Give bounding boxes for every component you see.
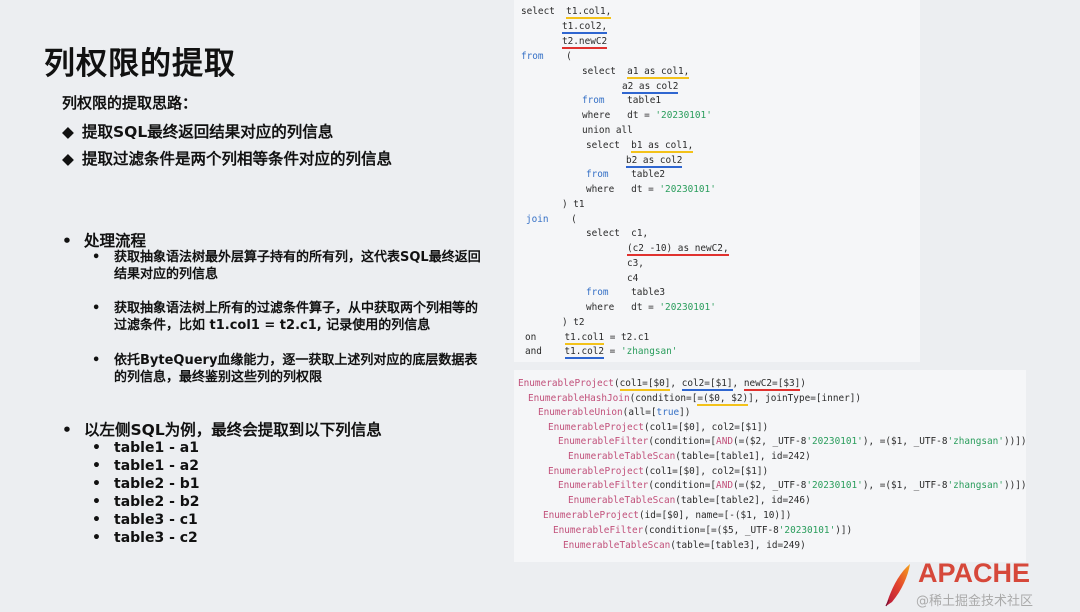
code-line: ) t1 xyxy=(562,199,585,210)
execution-plan-block: EnumerableProject(col1=[$0], col2=[$1], … xyxy=(514,370,1027,562)
apache-logo-text: APACHE xyxy=(918,558,1031,588)
relation-item: • table2 - b2 xyxy=(92,494,200,510)
plan-line: EnumerableFilter(condition=[AND(=($2, _U… xyxy=(558,480,1027,491)
code-line: from table3 xyxy=(586,287,666,298)
relation-item: • table1 - a1 xyxy=(92,440,199,456)
plan-line: EnumerableProject(id=[$0], name=[-($1, 1… xyxy=(543,510,792,521)
code-line: t1.col2, xyxy=(562,21,608,34)
code-line: ) t2 xyxy=(562,317,585,328)
plan-line: EnumerableTableScan(table=[table2], id=2… xyxy=(568,495,811,506)
plan-line: EnumerableTableScan(table=[table3], id=2… xyxy=(563,540,806,551)
process-step: • 获取抽象语法树最外层算子持有的所有列，这代表SQL最终返回结果对应的列信息 xyxy=(92,250,481,282)
code-line: b2 as col2 xyxy=(626,155,683,168)
plan-line: EnumerableFilter(condition=[=($5, _UTF-8… xyxy=(553,525,853,536)
code-line: c3, xyxy=(627,258,644,269)
plan-line: EnumerableProject(col1=[$0], col2=[$1]) xyxy=(548,466,769,477)
plan-line: EnumerableHashJoin(condition=[=($0, $2)]… xyxy=(528,393,862,406)
ideas-heading: 列权限的提取思路： xyxy=(62,94,198,112)
idea-item: ◆ 提取SQL最终返回结果对应的列信息 xyxy=(62,123,334,141)
plan-line: EnumerableTableScan(table=[table1], id=2… xyxy=(568,451,811,462)
code-line: select a1 as col1, xyxy=(582,66,690,79)
code-line: where dt = '20230101' xyxy=(586,184,716,195)
code-line: join ( xyxy=(526,214,577,225)
diamond-bullet-icon: ◆ xyxy=(62,150,74,168)
code-line: a2 as col2 xyxy=(622,81,679,94)
slide-title: 列权限的提取 xyxy=(44,46,236,82)
process-step: • 依托ByteQuery血缘能力，逐一获取上述列对应的底层数据表的列信息，最终鉴… xyxy=(92,353,478,385)
code-line: select t1.col1, xyxy=(521,6,612,19)
code-line: and t1.col2 = 'zhangsan' xyxy=(525,346,678,359)
code-line: (c2 -10) as newC2, xyxy=(627,243,729,256)
code-line: union all xyxy=(582,125,633,136)
diamond-bullet-icon: ◆ xyxy=(62,123,74,141)
code-line: select c1, xyxy=(586,228,649,239)
plan-line: EnumerableUnion(all=[true]) xyxy=(538,407,691,418)
relation-item: • table3 - c2 xyxy=(92,530,198,546)
example-heading: • 以左侧SQL为例，最终会提取到以下列信息 xyxy=(62,421,382,439)
relation-item: • table1 - a2 xyxy=(92,458,199,474)
watermark: @稀土掘金技术社区 xyxy=(916,594,1034,609)
code-line: c4 xyxy=(627,273,639,284)
relation-item: • table3 - c1 xyxy=(92,512,198,528)
process-heading: • 处理流程 xyxy=(62,232,147,250)
code-line: from table1 xyxy=(582,95,662,106)
plan-line: EnumerableFilter(condition=[AND(=($2, _U… xyxy=(558,436,1027,447)
sql-code-block: select t1.col1, t1.col2, t2.newC2 from (… xyxy=(514,0,920,362)
code-line: where dt = '20230101' xyxy=(586,302,716,313)
plan-line: EnumerableProject(col1=[$0], col2=[$1]) xyxy=(548,422,769,433)
relation-item: • table2 - b1 xyxy=(92,476,200,492)
plan-line: EnumerableProject(col1=[$0], col2=[$1], … xyxy=(518,378,806,391)
code-line: where dt = '20230101' xyxy=(582,110,712,121)
code-line: from table2 xyxy=(586,169,666,180)
code-line: t2.newC2 xyxy=(562,36,608,49)
process-step: • 获取抽象语法树上所有的过滤条件算子，从中获取两个列相等的过滤条件，比如 t1.… xyxy=(92,301,479,333)
apache-feather-icon xyxy=(885,564,910,607)
code-line: select b1 as col1, xyxy=(586,140,694,153)
code-line: on t1.col1 = t2.c1 xyxy=(525,332,650,345)
idea-item: ◆ 提取过滤条件是两个列相等条件对应的列信息 xyxy=(62,150,393,168)
slide-left-panel: 列权限的提取 列权限的提取思路： ◆ 提取SQL最终返回结果对应的列信息 ◆ 提取过… xyxy=(0,0,500,612)
code-line: from ( xyxy=(521,51,572,62)
